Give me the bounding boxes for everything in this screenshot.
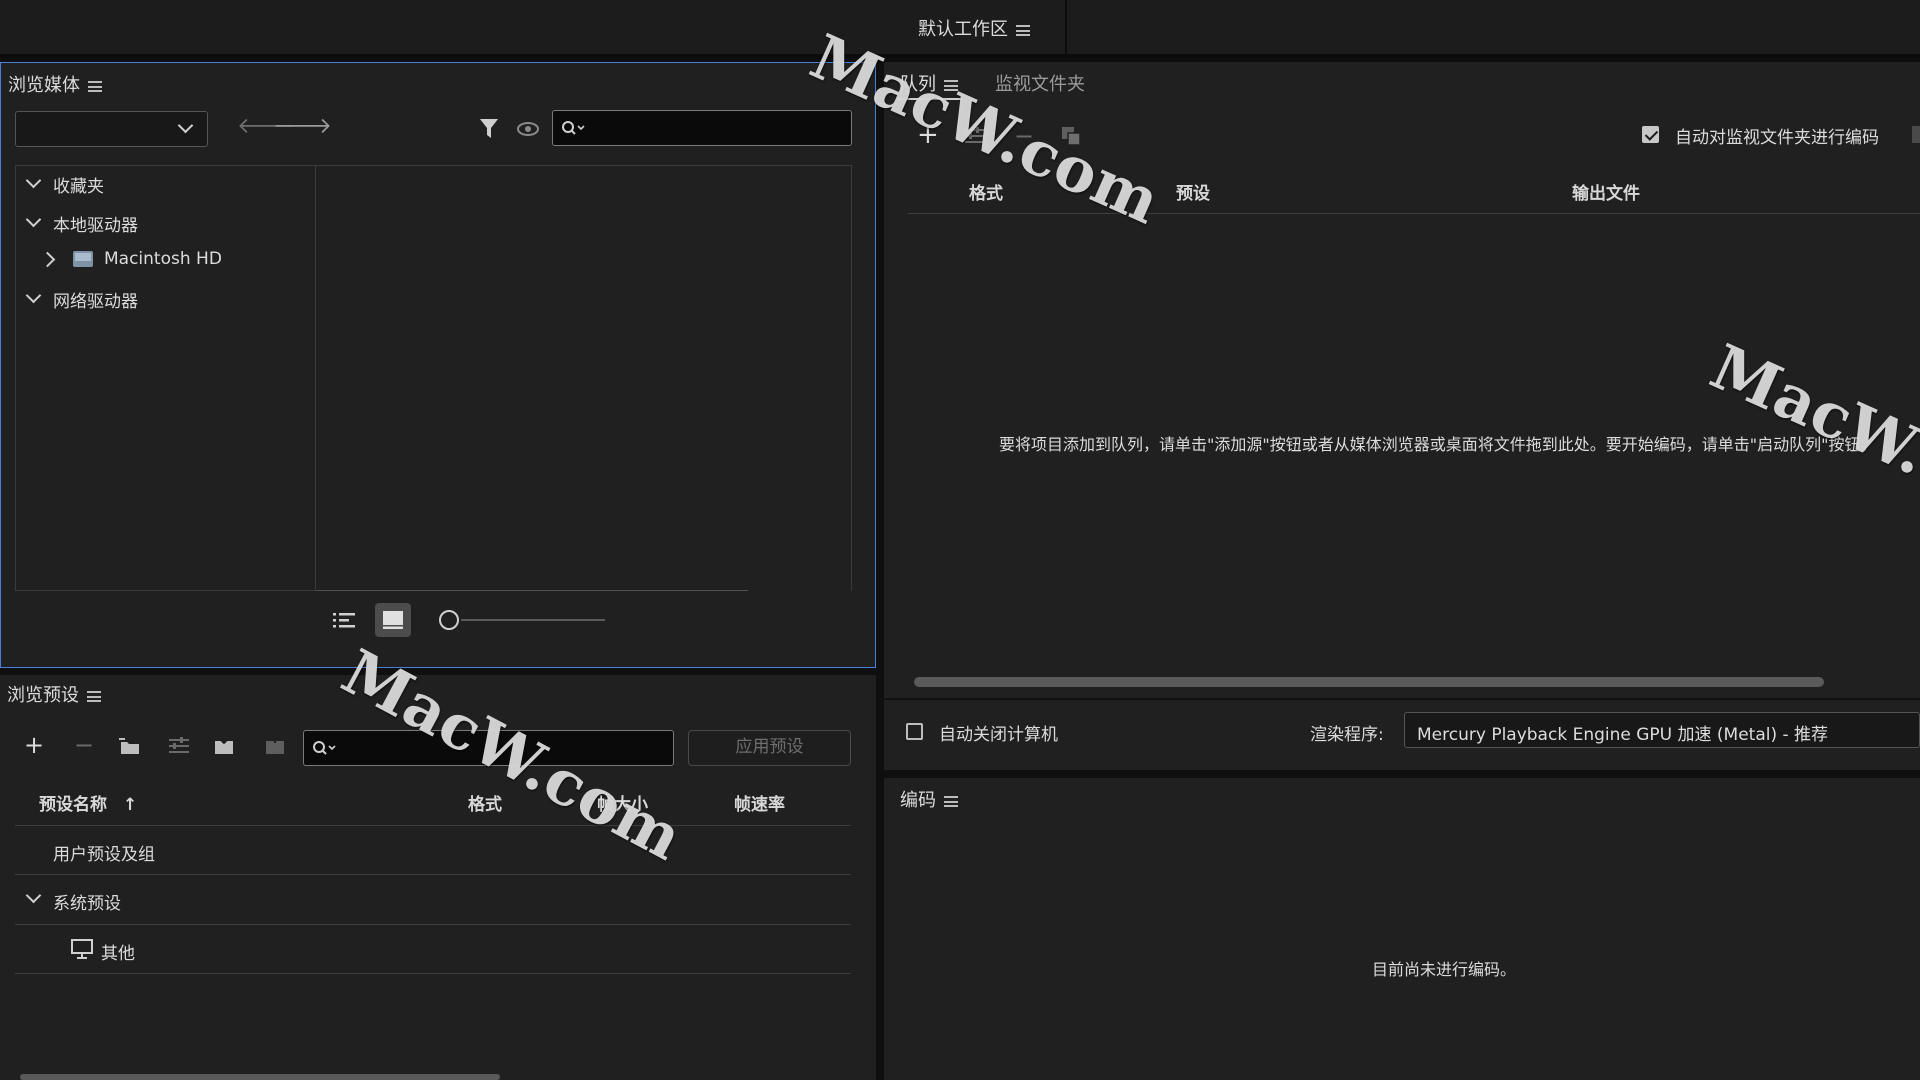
auto-shutdown-label: 自动关闭计算机: [939, 725, 1058, 745]
column-header-output[interactable]: 输出文件: [1572, 179, 1640, 204]
search-icon: [313, 741, 336, 755]
encoding-empty-message: 目前尚未进行编码。: [1372, 960, 1517, 979]
import-preset-icon[interactable]: [213, 735, 235, 755]
chevron-down-icon: [177, 117, 194, 134]
tree-item-local-drives[interactable]: 本地驱动器: [53, 211, 138, 236]
add-preset-icon[interactable]: +: [24, 731, 44, 759]
horizontal-scrollbar[interactable]: [914, 677, 1824, 687]
column-header-frame-rate[interactable]: 帧速率: [734, 790, 785, 815]
search-icon: [562, 121, 585, 135]
tree-item-macintosh-hd[interactable]: Macintosh HD: [104, 249, 222, 269]
slider-track: [461, 619, 605, 621]
folder-tree: 收藏夹 本地驱动器 Macintosh HD 网络驱动器: [15, 165, 316, 591]
media-search-input[interactable]: [552, 110, 852, 146]
hard-drive-icon: [73, 251, 93, 267]
media-content-area: [315, 165, 852, 591]
menu-icon[interactable]: [87, 690, 101, 702]
divider: [316, 590, 748, 591]
renderer-label: 渲染程序:: [1310, 725, 1384, 745]
filter-icon[interactable]: [479, 118, 499, 140]
divider: [15, 973, 851, 974]
tree-item-favorites[interactable]: 收藏夹: [53, 172, 104, 197]
zoom-slider[interactable]: [439, 608, 611, 632]
queue-empty-message: 要将项目添加到队列，请单击"添加源"按钮或者从媒体浏览器或桌面将文件拖到此处。要…: [999, 435, 1877, 454]
divider: [15, 924, 851, 925]
divider: [15, 825, 851, 826]
list-item-user-presets[interactable]: 用户预设及组: [53, 840, 155, 865]
chevron-down-icon[interactable]: [25, 887, 42, 904]
panel-title[interactable]: 浏览媒体: [8, 71, 102, 97]
export-preset-icon[interactable]: [264, 735, 286, 755]
thumbnail-view-icon: [383, 611, 403, 629]
list-item-system-presets[interactable]: 系统预设: [53, 889, 121, 914]
column-header-format[interactable]: 格式: [969, 179, 1003, 204]
list-item-other[interactable]: 其他: [101, 939, 135, 964]
menu-icon[interactable]: [944, 795, 958, 807]
forward-arrow-icon[interactable]: 🡒: [273, 113, 332, 139]
column-header-name[interactable]: 预设名称 ↑: [39, 790, 137, 815]
media-browser-panel: 浏览媒体 🡐 🡒 收藏夹 本地驱动器 Macintosh HD 网络驱动器: [0, 62, 876, 668]
auto-encode-checkbox[interactable]: [1642, 126, 1659, 143]
chevron-down-icon[interactable]: [25, 211, 42, 228]
new-group-icon[interactable]: [119, 737, 141, 755]
thumbnail-view-button[interactable]: [375, 603, 411, 637]
chevron-right-icon[interactable]: [39, 251, 56, 268]
renderer-dropdown[interactable]: Mercury Playback Engine GPU 加速 (Metal) -…: [1404, 712, 1920, 748]
panel-title[interactable]: 浏览预设: [7, 681, 101, 707]
monitor-icon: [71, 939, 93, 959]
auto-shutdown-checkbox[interactable]: [906, 723, 923, 740]
tree-item-network-drives[interactable]: 网络驱动器: [53, 287, 138, 312]
renderer-value: Mercury Playback Engine GPU 加速 (Metal) -…: [1417, 725, 1829, 745]
eye-icon[interactable]: [517, 121, 539, 137]
apply-preset-button[interactable]: 应用预设: [688, 730, 851, 766]
settings-sliders-icon[interactable]: [168, 737, 190, 755]
location-dropdown[interactable]: [15, 111, 208, 147]
slider-handle[interactable]: [439, 610, 459, 630]
workspace-bar: 默认工作区: [0, 0, 1920, 58]
chevron-down-icon[interactable]: [25, 172, 42, 189]
tab-watch-folders[interactable]: 监视文件夹: [995, 70, 1085, 96]
workspace-label: 默认工作区: [918, 19, 1008, 40]
chevron-down-icon[interactable]: [25, 287, 42, 304]
sort-ascending-icon: ↑: [123, 795, 138, 815]
auto-encode-label: 自动对监视文件夹进行编码: [1675, 128, 1879, 148]
divider: [15, 874, 851, 875]
divider: [884, 698, 1920, 700]
encoding-panel: 编码 目前尚未进行编码。: [884, 778, 1920, 1080]
horizontal-scrollbar[interactable]: [20, 1074, 500, 1080]
menu-icon[interactable]: [1016, 24, 1030, 36]
workspace-tab[interactable]: 默认工作区: [918, 15, 1030, 41]
panel-title[interactable]: 编码: [900, 786, 958, 812]
divider: [908, 213, 1920, 214]
column-header-format[interactable]: 格式: [468, 790, 502, 815]
divider: [1065, 0, 1067, 56]
column-header-preset[interactable]: 预设: [1176, 179, 1210, 204]
menu-icon[interactable]: [88, 80, 102, 92]
list-view-icon[interactable]: [333, 611, 355, 629]
remove-preset-icon[interactable]: −: [74, 731, 94, 759]
overflow-indicator: [1912, 126, 1920, 143]
